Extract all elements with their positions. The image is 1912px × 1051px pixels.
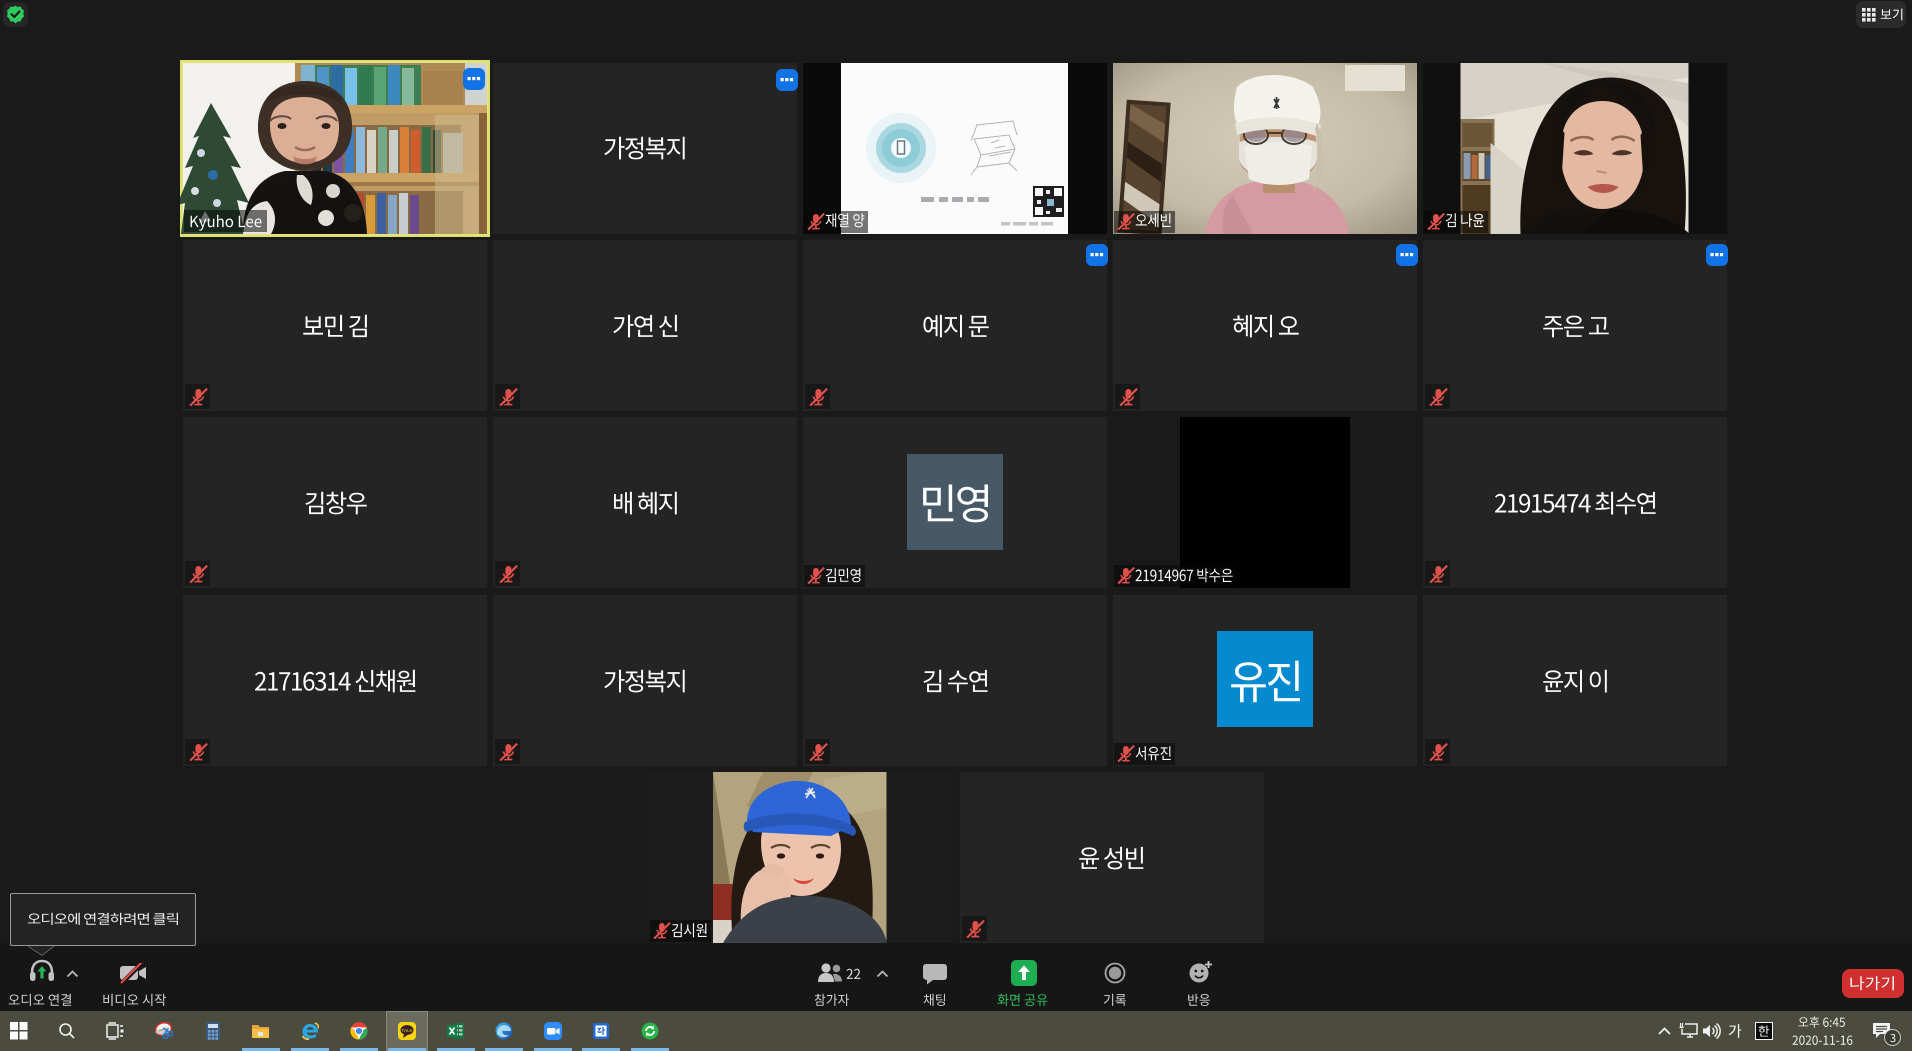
svg-text:TALK: TALK: [402, 1028, 413, 1033]
